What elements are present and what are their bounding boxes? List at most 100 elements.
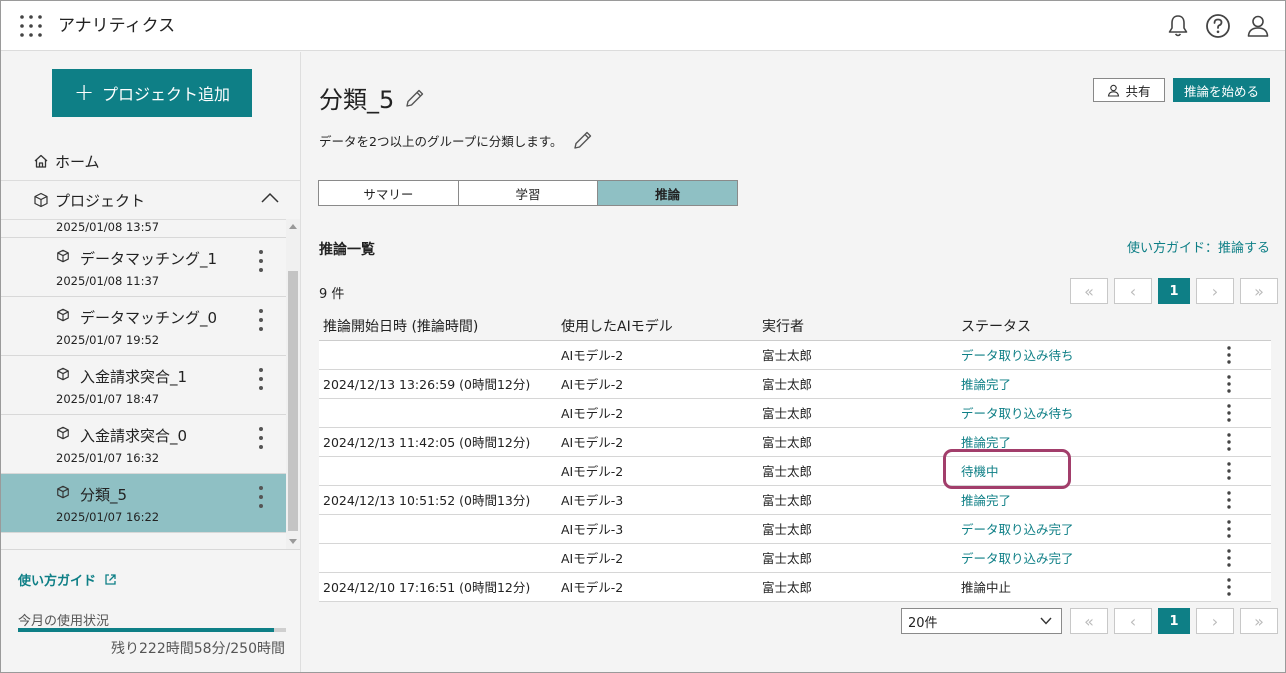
table-row[interactable]: AIモデル-2 富士太郎 データ取り込み完了: [319, 543, 1271, 573]
prev-page-button[interactable]: ‹: [1114, 608, 1152, 634]
kebab-menu-icon[interactable]: [253, 248, 269, 274]
cell-actions: [1201, 456, 1271, 486]
first-page-button[interactable]: «: [1070, 278, 1108, 304]
cell-model: AIモデル-2: [557, 543, 758, 573]
kebab-menu-icon[interactable]: [1221, 519, 1237, 539]
kebab-menu-icon[interactable]: [1221, 577, 1237, 597]
last-page-button[interactable]: »: [1240, 608, 1278, 634]
cell-model: AIモデル-2: [557, 340, 758, 370]
kebab-menu-icon[interactable]: [1221, 345, 1237, 365]
cell-start: 2024/12/10 17:16:51 (0時間12分): [319, 572, 557, 602]
first-page-button[interactable]: «: [1070, 608, 1108, 634]
kebab-menu-icon[interactable]: [253, 425, 269, 451]
project-date: 2025/01/08 11:37: [56, 274, 160, 288]
cell-status-link[interactable]: データ取り込み待ち: [957, 398, 1201, 428]
project-list-scrollbar[interactable]: [286, 219, 300, 549]
cell-user: 富士太郎: [758, 572, 957, 602]
usage-progress-bar: [18, 628, 286, 632]
tab-training[interactable]: 学習: [458, 181, 599, 205]
cell-user: 富士太郎: [758, 456, 957, 486]
table-row[interactable]: 2024/12/13 13:26:59 (0時間12分) AIモデル-2 富士太…: [319, 369, 1271, 399]
tab-inference[interactable]: 推論: [598, 181, 738, 205]
cube-icon: [57, 249, 69, 263]
home-icon: [34, 154, 48, 168]
chevron-up-icon[interactable]: [260, 191, 280, 205]
tab-summary[interactable]: サマリー: [319, 181, 459, 205]
project-description-text: データを2つ以上のグループに分類します。: [319, 133, 563, 149]
project-list-item[interactable]: データマッチング_1 2025/01/08 11:37: [1, 238, 286, 297]
per-page-select[interactable]: 20件: [901, 608, 1062, 634]
pagination-top: « ‹ 1 › »: [1070, 278, 1278, 304]
kebab-menu-icon[interactable]: [253, 307, 269, 333]
table-row[interactable]: AIモデル-2 富士太郎 データ取り込み待ち: [319, 398, 1271, 428]
sidebar-item-home-label: ホーム: [55, 152, 100, 171]
user-icon[interactable]: [1245, 13, 1271, 39]
current-page-button[interactable]: 1: [1158, 608, 1190, 634]
kebab-menu-icon[interactable]: [1221, 461, 1237, 481]
cell-status-link[interactable]: データ取り込み待ち: [957, 340, 1201, 370]
prev-page-button[interactable]: ‹: [1114, 278, 1152, 304]
tab-bar: サマリー 学習 推論: [318, 180, 738, 206]
apps-grid-icon[interactable]: [19, 14, 43, 38]
share-button[interactable]: 共有: [1093, 78, 1165, 102]
project-name: 入金請求突合_0: [80, 427, 188, 445]
next-page-button[interactable]: ›: [1196, 608, 1234, 634]
kebab-menu-icon[interactable]: [253, 484, 269, 510]
sidebar-item-projects[interactable]: プロジェクト: [1, 180, 300, 220]
project-list-item[interactable]: 入金請求突合_1 2025/01/07 18:47: [1, 356, 286, 415]
cell-actions: [1201, 398, 1271, 428]
page-title: 分類_5: [319, 80, 426, 115]
pencil-icon[interactable]: [404, 87, 426, 109]
usage-guide-link[interactable]: 使い方ガイド: [18, 570, 117, 589]
scroll-down-arrow-icon[interactable]: [289, 539, 297, 544]
kebab-menu-icon[interactable]: [1221, 490, 1237, 510]
table-row[interactable]: AIモデル-2 富士太郎 待機中: [319, 456, 1271, 486]
scrollbar-thumb[interactable]: [288, 271, 298, 531]
start-inference-button[interactable]: 推論を始める: [1173, 78, 1270, 102]
usage-remaining: 残り222時間58分/250時間: [111, 641, 285, 657]
table-row[interactable]: AIモデル-3 富士太郎 データ取り込み完了: [319, 514, 1271, 544]
cube-icon: [57, 367, 69, 381]
kebab-menu-icon[interactable]: [1221, 548, 1237, 568]
column-header: 実行者: [758, 312, 957, 341]
project-list-item[interactable]: 入金請求突合_0 2025/01/07 16:32: [1, 415, 286, 474]
project-date: 2025/01/07 16:22: [56, 510, 160, 524]
bell-icon[interactable]: [1165, 13, 1191, 39]
pencil-icon[interactable]: [572, 129, 594, 151]
kebab-menu-icon[interactable]: [253, 366, 269, 392]
sidebar-item-home[interactable]: ホーム: [1, 142, 300, 180]
cell-status-link[interactable]: データ取り込み完了: [957, 514, 1201, 544]
cell-status-link[interactable]: データ取り込み完了: [957, 543, 1201, 573]
project-list-item-active[interactable]: 分類_5 2025/01/07 16:22: [1, 474, 286, 533]
project-date: 2025/01/07 19:52: [56, 333, 160, 347]
project-date: 2025/01/08 13:57: [56, 220, 160, 234]
cell-actions: [1201, 485, 1271, 515]
help-icon[interactable]: [1205, 13, 1231, 39]
kebab-menu-icon[interactable]: [1221, 432, 1237, 452]
sidebar: + プロジェクト追加 ホーム プロジェクト 2025/01/08 13:57 デ…: [1, 52, 301, 672]
inference-guide-link[interactable]: 使い方ガイド：推論する: [1127, 237, 1270, 256]
current-page-button[interactable]: 1: [1158, 278, 1190, 304]
table-row[interactable]: 2024/12/10 17:16:51 (0時間12分) AIモデル-2 富士太…: [319, 572, 1271, 602]
project-list-item[interactable]: 2025/01/08 13:57: [1, 219, 286, 238]
per-page-value: 20件: [908, 615, 938, 631]
cell-user: 富士太郎: [758, 340, 957, 370]
cell-status-link[interactable]: 推論完了: [957, 369, 1201, 399]
user-icon: [1108, 84, 1120, 97]
project-name: 入金請求突合_1: [80, 368, 188, 386]
table-row[interactable]: AIモデル-2 富士太郎 データ取り込み待ち: [319, 340, 1271, 370]
cell-model: AIモデル-2: [557, 572, 758, 602]
kebab-menu-icon[interactable]: [1221, 403, 1237, 423]
next-page-button[interactable]: ›: [1196, 278, 1234, 304]
table-row[interactable]: 2024/12/13 11:42:05 (0時間12分) AIモデル-2 富士太…: [319, 427, 1271, 457]
scroll-up-arrow-icon[interactable]: [289, 224, 297, 229]
add-project-button[interactable]: + プロジェクト追加: [52, 69, 252, 117]
kebab-menu-icon[interactable]: [1221, 374, 1237, 394]
cell-status-link[interactable]: 推論完了: [957, 485, 1201, 515]
chevron-down-icon: [1040, 617, 1052, 625]
cell-start: [319, 456, 557, 486]
project-list-item[interactable]: データマッチング_0 2025/01/07 19:52: [1, 297, 286, 356]
cell-start: 2024/12/13 10:51:52 (0時間13分): [319, 485, 557, 515]
table-row[interactable]: 2024/12/13 10:51:52 (0時間13分) AIモデル-3 富士太…: [319, 485, 1271, 515]
last-page-button[interactable]: »: [1240, 278, 1278, 304]
